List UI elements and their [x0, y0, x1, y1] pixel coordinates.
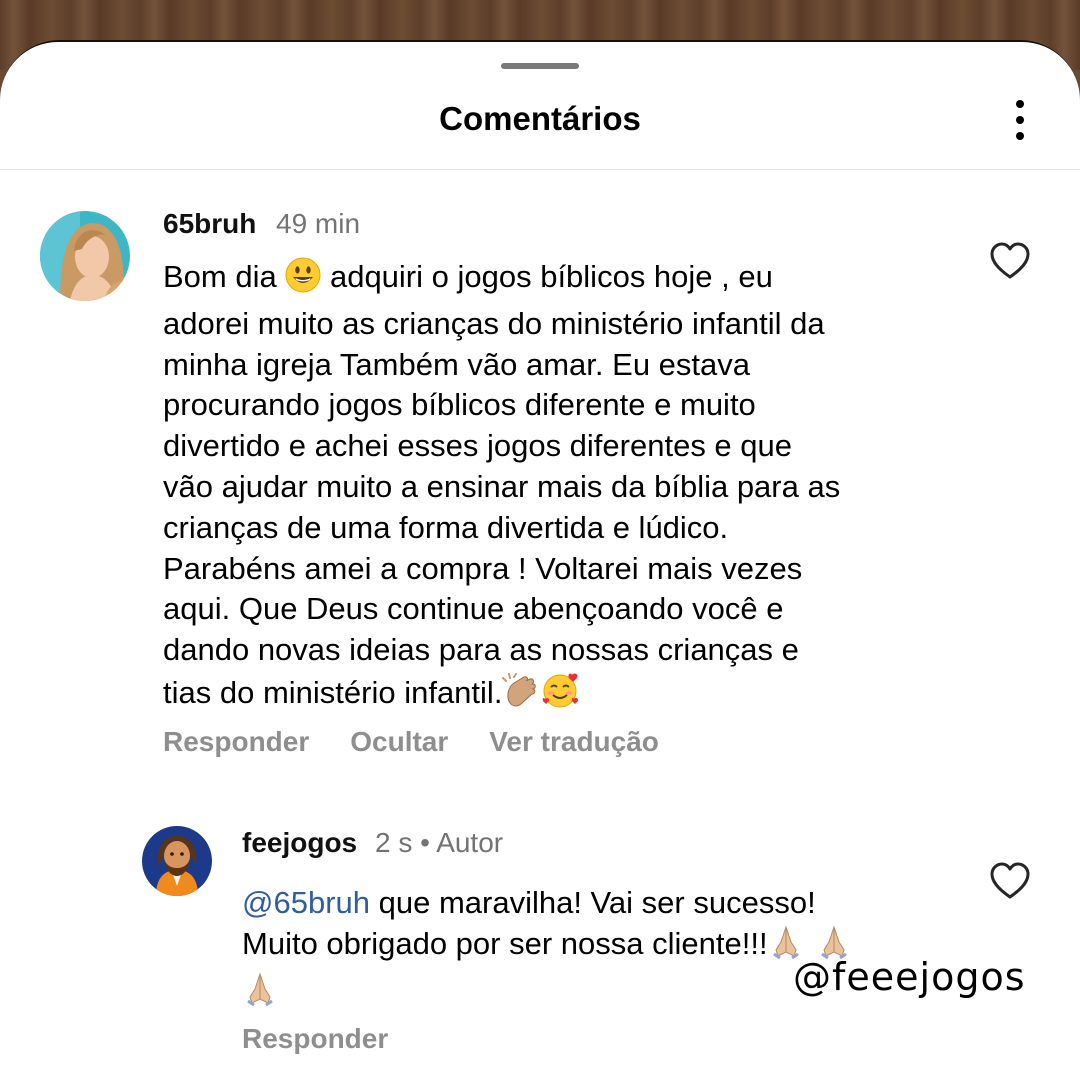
comment-username[interactable]: 65bruh — [163, 208, 256, 240]
meta-separator: • — [420, 827, 430, 858]
reply-button[interactable]: Responder — [242, 1023, 388, 1055]
smiling-face-with-hearts-icon — [540, 671, 580, 720]
drag-handle[interactable] — [501, 63, 579, 69]
author-badge: Autor — [436, 827, 504, 858]
comment-username[interactable]: feejogos — [242, 827, 357, 859]
clapping-hands-icon — [502, 672, 540, 720]
avatar[interactable] — [142, 826, 212, 896]
comment-text: Bom dia adquiri o jogos bíblicos hoje , … — [163, 257, 953, 720]
comment-timestamp: 2 s • Autor — [375, 827, 504, 858]
folded-hands-icon — [242, 971, 278, 1018]
comment-actions: Responder Ocultar Ver tradução — [163, 726, 659, 758]
heart-icon[interactable] — [989, 242, 1031, 280]
comment-timestamp: 49 min — [276, 208, 361, 239]
reply-button[interactable]: Responder — [163, 726, 309, 758]
hide-button[interactable]: Ocultar — [350, 726, 448, 758]
heart-icon[interactable] — [989, 862, 1031, 900]
watermark: @feeejogos — [793, 955, 1026, 999]
page-title: Comentários — [439, 100, 641, 137]
header-divider — [0, 169, 1080, 170]
translate-button[interactable]: Ver tradução — [489, 726, 659, 758]
avatar[interactable] — [40, 211, 130, 301]
mention-link[interactable]: @65bruh — [242, 885, 370, 920]
comment-text-body: adquiri o jogos bíblicos hoje , eu adore… — [163, 259, 841, 710]
comments-sheet: Comentários 65bruh 49 min Bom dia adquir… — [0, 42, 1080, 1080]
comment-text-start: Bom dia — [163, 259, 286, 294]
kebab-menu-icon[interactable] — [1002, 98, 1038, 142]
grinning-face-icon — [285, 257, 321, 304]
comment-actions: Responder — [242, 1023, 388, 1055]
